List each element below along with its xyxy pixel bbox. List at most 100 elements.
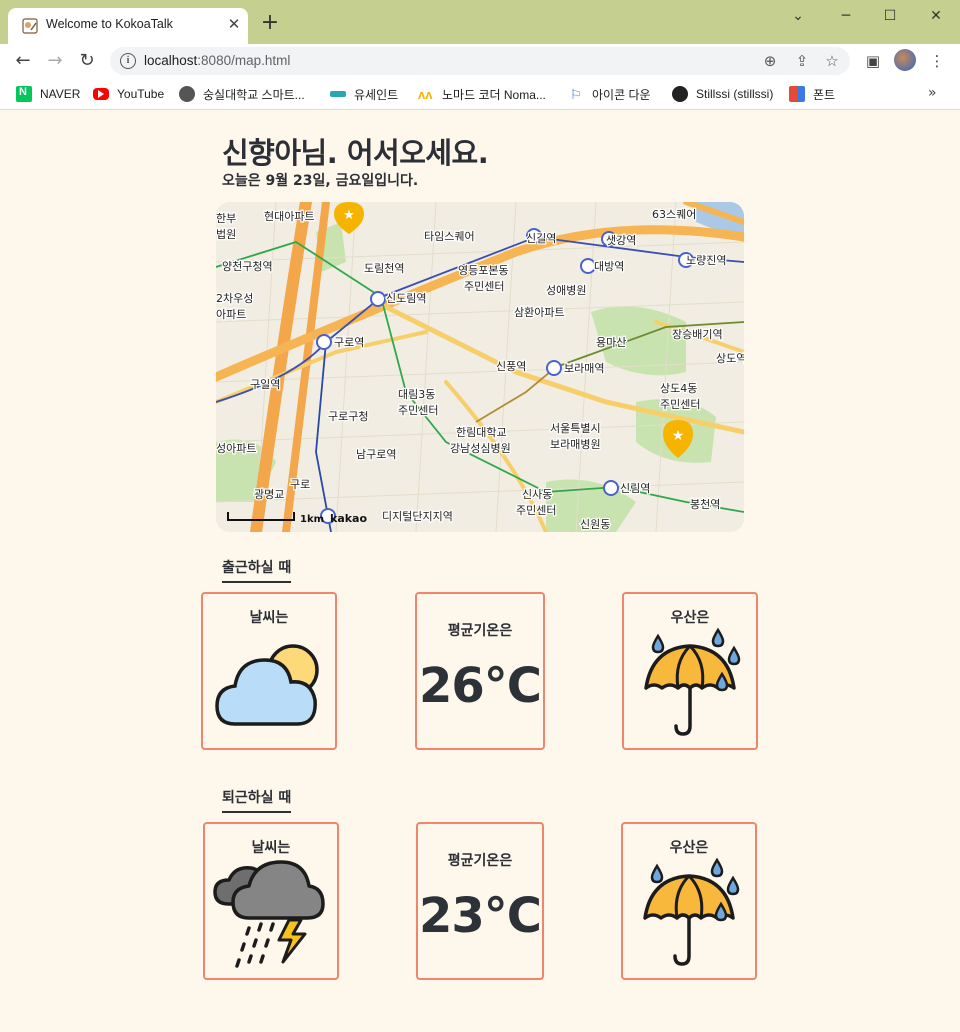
menu-kebab-icon[interactable]: ⋮ [926, 50, 948, 72]
back-icon[interactable]: ← [10, 48, 36, 74]
minimize-icon[interactable]: ─ [826, 4, 866, 28]
tab-search-chevron-icon[interactable]: ⌄ [778, 4, 818, 28]
github-icon [672, 86, 688, 102]
bookmark-soongsil[interactable]: 숭실대학교 스마트... [179, 85, 305, 103]
url-host: localhost [144, 53, 198, 68]
map-place-label: 구일역 [250, 377, 280, 391]
map-place-label: 구로 [290, 478, 310, 491]
bookmarks-overflow-icon[interactable]: » [928, 85, 937, 101]
maximize-icon[interactable]: ☐ [870, 4, 910, 28]
browser-toolbar: ← → ↻ i localhost:8080/map.html ⊕ ⇪ ☆ ▣ … [0, 44, 960, 78]
return-temp-card: 평균기온은 23°C [416, 822, 544, 980]
map-place-label: 신도림역 [386, 292, 426, 305]
url-text[interactable]: localhost:8080/map.html [144, 53, 290, 68]
map-place-label: 장승배기역 [672, 328, 723, 341]
url-path: :8080/map.html [197, 53, 291, 68]
map-place-label: 신림역 [620, 482, 650, 495]
map-place-label: 성애병원 [546, 284, 586, 297]
bookmark-youtube[interactable]: YouTube [93, 85, 164, 103]
return-umbrella-card: 우산은 [621, 822, 757, 980]
map-place-label: 서울특별시 [550, 422, 601, 435]
zoom-icon[interactable]: ⊕ [760, 51, 780, 71]
map-place-label: 주민센터 [464, 280, 504, 293]
bookmark-naver[interactable]: N NAVER [16, 85, 80, 103]
commute-umbrella-card: 우산은 [622, 592, 758, 750]
map-place-label: 영등포본동 [458, 264, 509, 277]
map-place-label: 남구로역 [356, 448, 396, 461]
bookmark-label: Stillssi (stillssi) [696, 87, 774, 101]
bookmark-label: 폰트 [813, 87, 836, 102]
forward-icon[interactable]: → [42, 48, 68, 74]
browser-tab[interactable]: Welcome to KokoaTalk ✕ [8, 8, 248, 44]
thunderstorm-rain-icon [205, 854, 337, 970]
bookmark-icon-download[interactable]: ⚐ 아이콘 다운 [568, 85, 651, 103]
map-place-label: 주민센터 [398, 404, 438, 417]
bookmark-label: 유세인트 [354, 87, 399, 102]
commute-weather-card: 날씨는 [201, 592, 337, 750]
temp-value: 26°C [418, 658, 542, 714]
tab-close-icon[interactable]: ✕ [224, 14, 244, 34]
map-place-label: 한림대학교 [456, 426, 507, 439]
umbrella-rain-icon [624, 628, 756, 740]
address-bar[interactable]: i localhost:8080/map.html ⊕ ⇪ ☆ [110, 47, 850, 75]
reload-icon[interactable]: ↻ [74, 48, 100, 74]
map-place-label: 도림천역 [364, 261, 404, 275]
window-close-icon[interactable]: ✕ [916, 4, 956, 28]
map-place-label: 샛강역 [606, 234, 636, 247]
temp-label: 평균기온은 [447, 853, 513, 869]
map-place-label: 한부 [216, 212, 236, 225]
map-place-label: 주민센터 [660, 398, 700, 411]
font-icon [789, 86, 805, 102]
map-place-label: 보라매병원 [550, 438, 601, 451]
map-canvas[interactable]: ★ ★ 현대아파트타임스퀘어 신길역 샛강역 63스퀘어대방역 노량진역영등포본동주민센… [216, 202, 744, 532]
profile-avatar[interactable] [894, 49, 916, 71]
new-tab-icon[interactable]: + [258, 12, 282, 36]
commute-temp-card: 평균기온은 26°C [415, 592, 545, 750]
return-section-title: 퇴근하실 때 [222, 787, 292, 813]
map-place-label: 봉천역 [690, 497, 720, 511]
bookmark-font[interactable]: 폰트 [789, 85, 835, 103]
kakao-map[interactable]: ★ ★ 현대아파트 타임스퀘어 신길역 샛강역 63스퀘어 대방역 노량진역 영등포본동 주민센… [216, 202, 744, 532]
return-weather-card: 날씨는 [203, 822, 339, 980]
share-icon[interactable]: ⇪ [792, 51, 812, 71]
map-place-label: 신풍역 [496, 360, 526, 373]
map-place-label: 구로구청 [328, 410, 368, 423]
map-place-label: 노량진역 [686, 254, 726, 267]
map-place-label: 용마산 [596, 336, 626, 349]
commute-section-title: 출근하실 때 [222, 557, 292, 583]
bookmark-star-icon[interactable]: ☆ [822, 51, 842, 71]
site-info-icon[interactable]: i [120, 53, 136, 69]
weather-label: 날씨는 [249, 610, 289, 626]
bookmarks-bar: N NAVER YouTube 숭실대학교 스마트... 유세인트 ʌʌ 노마드… [0, 78, 960, 110]
kokoatalk-favicon-icon [22, 18, 38, 34]
map-place-label: 대림3동 [398, 388, 435, 401]
flag-icon: ⚐ [570, 87, 582, 102]
usaint-icon [330, 91, 346, 97]
map-scale-label: 1km [300, 514, 324, 525]
svg-text:★: ★ [343, 208, 355, 223]
bookmark-usaint[interactable]: 유세인트 [330, 85, 398, 103]
bookmark-github[interactable]: Stillssi (stillssi) [672, 85, 773, 103]
map-place-label: 구로역 [334, 336, 364, 349]
side-panel-icon[interactable]: ▣ [862, 50, 884, 72]
map-place-label: 강남성심병원 [450, 442, 511, 455]
bookmark-label: NAVER [40, 87, 81, 101]
map-place-label: 상도4동 [660, 382, 697, 395]
umbrella-label: 우산은 [669, 840, 709, 856]
bookmark-label: 노마드 코더 Noma... [442, 87, 546, 102]
map-place-label: 63스퀘어 [652, 208, 696, 221]
map-place-label: 광명교 [254, 488, 284, 501]
map-place-label: 법원 [216, 228, 236, 241]
map-place-label: 신길역 [526, 232, 556, 245]
svg-text:★: ★ [672, 428, 685, 444]
bookmark-label: YouTube [117, 87, 165, 101]
umbrella-rain-icon [623, 858, 755, 970]
map-place-label: 대방역 [594, 260, 624, 273]
map-place-label: 주민센터 [516, 504, 556, 517]
bookmark-nomad-coder[interactable]: ʌʌ 노마드 코더 Noma... [418, 85, 546, 103]
globe-icon [179, 86, 195, 102]
kakao-logo: kakao [330, 512, 367, 525]
map-place-label: 아파트 [216, 308, 246, 321]
map-place-label: 디지털단지지역 [382, 510, 453, 523]
map-place-label: 타임스퀘어 [424, 230, 475, 243]
